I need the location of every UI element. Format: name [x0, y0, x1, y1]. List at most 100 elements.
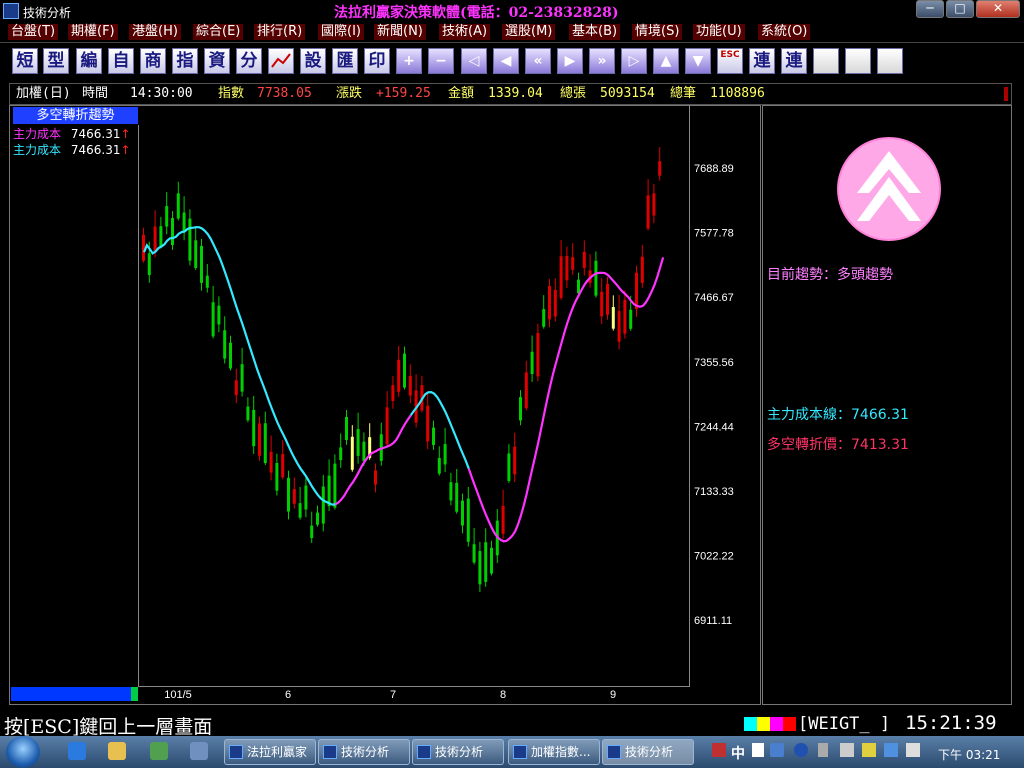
- candle-body: [304, 485, 308, 510]
- candle-body: [147, 253, 151, 276]
- turning-price-label: 多空轉折價：7413.31: [767, 437, 909, 453]
- display-icon[interactable]: [884, 743, 898, 757]
- candle-body: [182, 212, 186, 233]
- taskbar-item[interactable]: 加權指數...: [508, 739, 600, 765]
- candle-body: [484, 542, 488, 582]
- help-icon[interactable]: [794, 743, 808, 757]
- candle-body: [374, 470, 377, 485]
- candle-body: [223, 330, 227, 359]
- y-tick-label: 7466.67: [694, 292, 734, 304]
- ime-mode[interactable]: 中: [731, 743, 745, 763]
- status-color-chip: [757, 717, 770, 731]
- candle-body: [565, 255, 569, 281]
- candle-body: [571, 257, 575, 270]
- scroll-thumb[interactable]: [131, 687, 138, 701]
- taskbar-item-label: 技術分析: [341, 745, 390, 759]
- ie-icon[interactable]: [68, 742, 86, 760]
- x-tick-label: 7: [390, 689, 396, 701]
- candle-body: [606, 283, 609, 315]
- network-icon[interactable]: [840, 743, 854, 757]
- tray-expand-icon[interactable]: [818, 743, 828, 757]
- y-tick-label: 7688.89: [694, 163, 734, 175]
- main-force-cost-line: [142, 226, 336, 506]
- main-force-cost-line: [467, 257, 665, 543]
- candle-body: [292, 489, 296, 504]
- x-tick-label: 101/5: [164, 689, 192, 701]
- candle-body: [269, 451, 273, 473]
- candle-body: [356, 429, 360, 456]
- candle-body: [287, 477, 290, 512]
- y-tick-label: 7022.22: [694, 551, 734, 563]
- candle-body: [490, 547, 493, 574]
- scroll-bar[interactable]: [11, 687, 131, 701]
- candle-body: [194, 240, 198, 268]
- candle-body: [176, 193, 180, 219]
- candle-body: [449, 482, 453, 501]
- taskbar-item[interactable]: 技術分析: [412, 739, 504, 765]
- chart-icon: [607, 745, 621, 759]
- fullwidth-icon[interactable]: [752, 743, 764, 757]
- y-tick-label: 7577.78: [694, 228, 734, 240]
- candle-body: [652, 193, 656, 216]
- candle-body: [536, 333, 540, 377]
- ime-indicator-icon[interactable]: [712, 743, 726, 757]
- cost-line-label: 主力成本線：7466.31: [767, 407, 909, 423]
- double-up-chevron-icon: [837, 137, 943, 241]
- chart-icon: [417, 745, 431, 759]
- candle-body: [617, 311, 621, 342]
- y-tick-label: 6911.11: [694, 615, 732, 627]
- taskbar-item[interactable]: 法拉利贏家: [224, 739, 316, 765]
- taskbar-item[interactable]: 技術分析: [318, 739, 410, 765]
- candle-body: [513, 446, 517, 475]
- candle-body: [310, 525, 314, 539]
- y-tick-label: 7133.33: [694, 486, 734, 498]
- taskbar-item-label: 技術分析: [435, 745, 484, 759]
- candle-body: [507, 453, 511, 481]
- y-tick-label: 7355.56: [694, 357, 734, 369]
- candle-body: [240, 364, 244, 392]
- candle-body: [339, 447, 343, 461]
- tray-app-icon[interactable]: [862, 743, 876, 757]
- x-tick-label: 8: [500, 689, 506, 701]
- candle-body: [629, 309, 633, 329]
- keyboard-icon[interactable]: [770, 743, 784, 757]
- candle-body: [298, 503, 302, 518]
- status-color-chip: [744, 717, 757, 731]
- symbol-code: [WEIGT_ ]: [798, 714, 891, 734]
- candle-body: [466, 498, 470, 542]
- candle-body: [461, 500, 464, 526]
- taskbar-item-label: 加權指數...: [531, 745, 591, 759]
- media-icon[interactable]: [150, 742, 168, 760]
- candle-body: [258, 423, 261, 456]
- candle-body: [559, 256, 563, 299]
- candle-body: [548, 286, 551, 320]
- candle-body: [594, 260, 598, 296]
- candle-body: [350, 436, 354, 470]
- candle-body: [229, 342, 232, 369]
- candle-body: [646, 195, 650, 229]
- y-tick-label: 7244.44: [694, 421, 734, 433]
- folder-icon[interactable]: [108, 742, 126, 760]
- system-clock[interactable]: 下午 03:21: [938, 746, 1000, 763]
- candle-body: [281, 454, 285, 478]
- candle-body: [437, 458, 441, 474]
- candle-body: [234, 380, 238, 396]
- app-shortcut-icon[interactable]: [190, 742, 208, 760]
- taskbar-item-active[interactable]: 技術分析: [602, 739, 694, 765]
- candle-body: [252, 409, 256, 447]
- taskbar-item-label: 法拉利贏家: [247, 745, 308, 759]
- candle-body: [321, 486, 325, 524]
- candle-body: [553, 289, 557, 317]
- x-tick-label: 6: [285, 689, 291, 701]
- candle-body: [530, 351, 534, 375]
- volume-icon[interactable]: [906, 743, 920, 757]
- candle-body: [640, 256, 644, 283]
- taskbar-item-label: 技術分析: [625, 745, 674, 759]
- start-button[interactable]: [6, 736, 40, 768]
- candle-body: [263, 423, 267, 464]
- candle-body: [455, 482, 459, 512]
- candle-body: [408, 375, 412, 396]
- chart-icon: [513, 745, 527, 759]
- candle-body: [582, 251, 586, 268]
- candle-body: [188, 218, 192, 261]
